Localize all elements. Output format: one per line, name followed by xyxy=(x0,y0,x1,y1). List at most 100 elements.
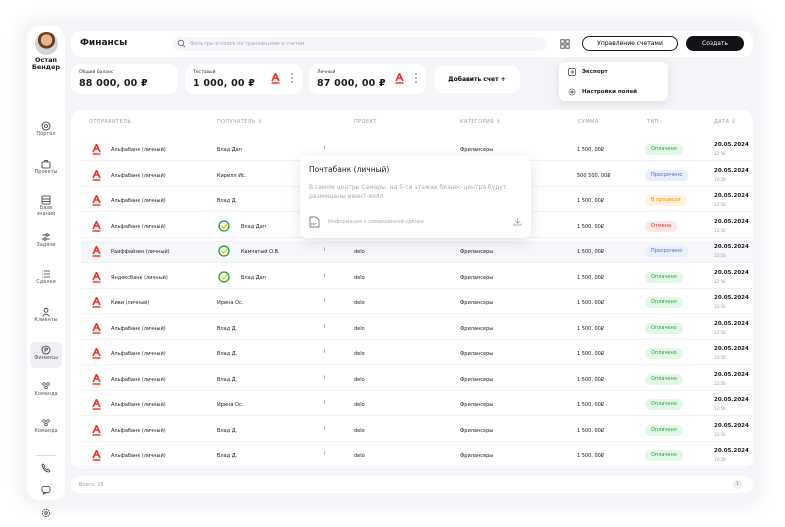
amount-cell: 1 500, 00₽ xyxy=(577,300,605,306)
sender-cell: Яндексбанк (личный) xyxy=(111,274,168,281)
category-cell: Фрилансеры xyxy=(460,274,494,281)
recipient-cell: Камчатый О.В. xyxy=(241,249,280,255)
balance-card-personal[interactable]: Личный 87 000, 00 ₽ xyxy=(309,64,426,94)
total-count: Всего: 15 xyxy=(79,482,104,488)
search-bar[interactable] xyxy=(173,37,547,51)
more-icon[interactable] xyxy=(415,73,418,84)
sidebar-item-label: Клиенты xyxy=(34,317,58,323)
card-value: 87 000, 00 ₽ xyxy=(317,78,386,89)
search-input[interactable] xyxy=(190,38,530,50)
sidebar-item[interactable]: Задачи xyxy=(27,229,65,255)
status-badge: Просрочено xyxy=(645,246,689,257)
alfa-bank-logo-icon xyxy=(92,169,101,181)
sender-cell: Альфабанк (личный) xyxy=(111,172,166,179)
category-cell: Фрилансеры xyxy=(460,249,494,255)
sidebar-item[interactable]: База знаний xyxy=(27,192,65,218)
alfa-bank-logo-icon xyxy=(92,348,101,359)
field-settings-menu-item[interactable]: Настройки полей xyxy=(559,83,668,101)
time-cell: 12:50 xyxy=(714,304,726,309)
column-header-type[interactable]: ТИП xyxy=(647,119,659,125)
alfa-bank-logo-icon xyxy=(92,195,101,206)
info-icon[interactable]: i xyxy=(324,273,325,279)
info-icon[interactable]: i xyxy=(324,426,325,432)
amount-cell: 1 500, 00₽ xyxy=(577,147,605,153)
table-row[interactable]: Альфабанк (личный) Ирина Ос. i delo Фрилансе… xyxy=(81,394,753,416)
avatar[interactable] xyxy=(35,32,58,55)
category-cell: Фрилансеры xyxy=(460,351,494,357)
table-row[interactable]: Альфабанк (личный) Влад Д. i delo Фрилансеры… xyxy=(81,420,753,442)
search-icon xyxy=(177,39,186,48)
balance-card-total[interactable]: Общий баланс 88 000, 00 ₽ xyxy=(71,64,178,94)
sidebar-item[interactable]: Проекты xyxy=(27,156,65,182)
info-icon[interactable]: i xyxy=(324,298,325,304)
phone-icon[interactable] xyxy=(41,463,51,473)
sender-cell: Альфабанк (личный) xyxy=(111,402,166,408)
info-icon[interactable]: i xyxy=(324,324,325,330)
column-header-project[interactable]: ПРОЕКТ xyxy=(354,119,377,125)
date-cell: 20.05.2024 xyxy=(714,167,749,174)
column-header-sender[interactable]: ОТПРАВИТЕЛЬ xyxy=(89,119,131,125)
amount-cell: 1 500, 00₽ xyxy=(577,325,605,332)
status-badge: Оплачено xyxy=(645,271,683,283)
column-header-date[interactable]: ДАТА ↕ xyxy=(714,119,736,125)
balance-card-test[interactable]: Тестовый 1 000, 00 ₽ xyxy=(185,64,302,94)
grid-view-icon[interactable] xyxy=(560,39,570,49)
time-cell: 12:50 xyxy=(714,329,726,335)
date-cell: 20.05.2024 xyxy=(714,218,749,225)
download-icon[interactable] xyxy=(513,217,522,226)
sidebar-item-label: Задачи xyxy=(36,242,56,248)
date-cell: 20.05.2024 xyxy=(714,371,749,378)
info-icon[interactable]: i xyxy=(324,375,325,381)
info-icon[interactable]: i xyxy=(324,349,325,355)
top-bar: Финансы Управление счетами Создать xyxy=(71,31,753,57)
info-icon[interactable]: i xyxy=(324,451,325,457)
amount-cell: 1 500, 00₽ xyxy=(577,198,605,204)
export-menu-item[interactable]: Экспорт xyxy=(559,63,668,81)
amount-cell: 1 500, 00₽ xyxy=(577,274,605,281)
date-cell: 20.05.2024 xyxy=(714,397,749,403)
date-cell: 20.05.2024 xyxy=(714,244,749,250)
recipient-cell: Влад Д. xyxy=(217,325,238,332)
info-icon[interactable]: i xyxy=(324,145,325,151)
info-icon[interactable]: i xyxy=(324,247,325,253)
column-header-recipient[interactable]: ПОЛУЧАТЕЛЬ ↕ xyxy=(217,119,262,125)
pagination-page[interactable]: 1 xyxy=(733,480,742,489)
column-header-category[interactable]: КАТЕГОРИЯ ↕ xyxy=(460,119,501,125)
table-row[interactable]: Альфабанк (личный) Влад Д. i delo Фрилансеры… xyxy=(81,318,753,340)
info-icon[interactable]: i xyxy=(324,400,325,406)
sidebar-item[interactable]: Команда xyxy=(27,415,65,441)
sidebar-item-label: База знаний xyxy=(36,205,56,217)
sidebar-item[interactable]: Команда xyxy=(27,378,65,404)
card-value: 1 000, 00 ₽ xyxy=(193,78,256,89)
alfa-bank-logo-icon xyxy=(271,73,280,84)
account-popover: Почтабанк (личный) В самом центре Самары… xyxy=(300,156,531,238)
sidebar-item[interactable]: Портал xyxy=(27,118,65,144)
category-cell: Фрилансеры xyxy=(460,147,494,153)
sidebar-item[interactable]: Финансы xyxy=(30,342,62,368)
table-row[interactable]: Райффайзен (личный) Камчатый О.В. i delo Фри… xyxy=(81,241,753,263)
settings-icon[interactable] xyxy=(41,508,51,518)
status-badge: Оплачено xyxy=(645,348,683,359)
briefcase-icon xyxy=(41,160,51,169)
amount-cell: 1 500, 00₽ xyxy=(577,376,605,383)
manage-accounts-button[interactable]: Управление счетами xyxy=(582,36,678,51)
document-icon: PDF xyxy=(309,216,320,228)
create-button[interactable]: Создать xyxy=(686,36,744,51)
sidebar-item-label: Сделки xyxy=(36,279,56,285)
date-cell: 20.05.2024 xyxy=(714,448,749,454)
chat-icon[interactable] xyxy=(41,485,51,495)
add-account-button[interactable]: Добавить счет + xyxy=(434,66,520,93)
more-icon[interactable] xyxy=(291,73,294,84)
date-cell: 20.05.2024 xyxy=(714,346,749,352)
sidebar-item[interactable]: Клиенты xyxy=(27,304,65,330)
table-row[interactable]: Альфабанк (личный) Влад Д. i delo Фрилансеры… xyxy=(81,445,753,467)
table-row[interactable]: Киви (личный) Ирина Ос. i delo Фрилансеры 1 5… xyxy=(81,292,753,314)
popover-document-link[interactable]: Информация о совершенной сделке xyxy=(328,219,424,225)
column-header-amount[interactable]: СУММА xyxy=(578,119,599,125)
table-row[interactable]: Яндексбанк (личный) Влад Дап i delo Фрилансе… xyxy=(81,267,753,289)
table-row[interactable]: Альфабанк (личный) Влад Д. i delo Фрилансеры… xyxy=(81,343,753,365)
sidebar-item[interactable]: Сделки xyxy=(27,266,65,292)
amount-cell: 1 500, 00₽ xyxy=(577,402,605,408)
amount-cell: 1 500, 00₽ xyxy=(577,351,605,357)
table-row[interactable]: Альфабанк (личный) Влад Д. i delo Фрилансеры… xyxy=(81,369,753,391)
